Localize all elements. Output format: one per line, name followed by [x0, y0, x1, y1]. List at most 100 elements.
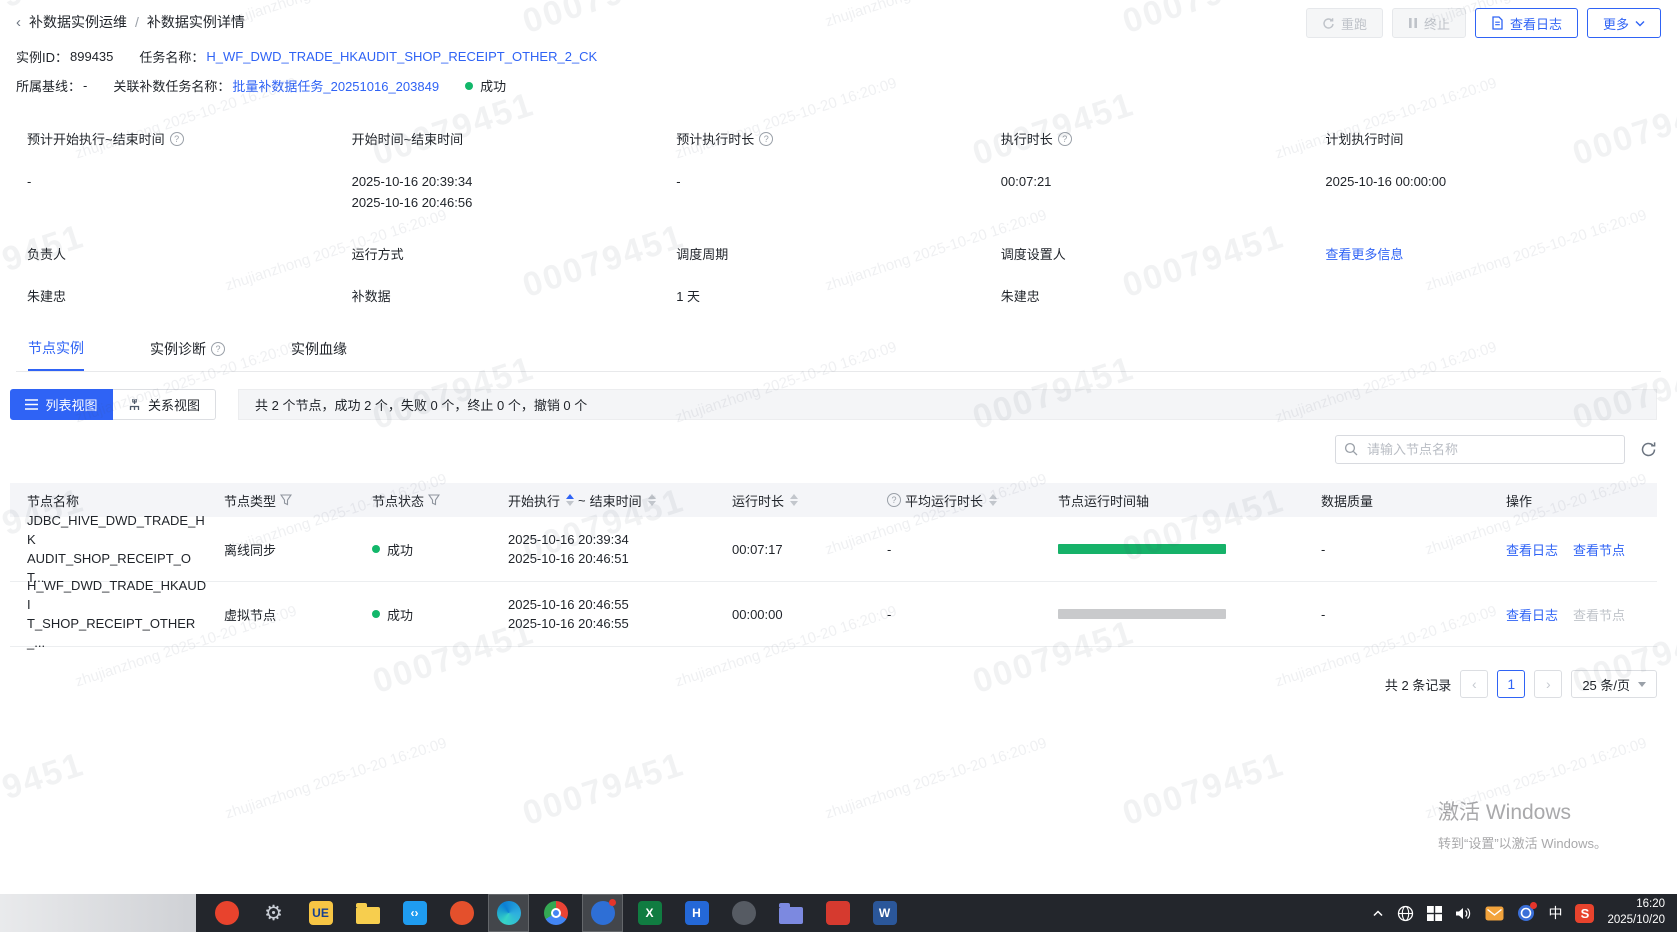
help-icon: ? — [211, 341, 225, 356]
tab-node-instance[interactable]: 节点实例 — [28, 338, 84, 371]
node-timeline-bar — [1058, 609, 1226, 619]
breadcrumb-section[interactable]: 补数据实例运维 — [29, 12, 127, 32]
page-size-select[interactable]: 25 条/页 — [1571, 670, 1657, 698]
more-button[interactable]: 更多 — [1586, 8, 1661, 38]
volume-icon[interactable] — [1455, 906, 1472, 921]
baseline-label: 所属基线： — [16, 79, 82, 94]
app-chrome-icon[interactable] — [535, 894, 576, 932]
help-icon[interactable]: ? — [759, 131, 774, 146]
app-word-icon[interactable]: W — [864, 894, 905, 932]
refresh-button[interactable] — [1640, 441, 1657, 458]
view-log-link[interactable]: 查看日志 — [1506, 605, 1558, 624]
notification-app-icon[interactable] — [1517, 902, 1538, 922]
node-name: H_WF_DWD_TRADE_HKAUDI — [27, 578, 207, 612]
app-edge-icon[interactable] — [488, 894, 529, 932]
sort-avg-control[interactable] — [989, 494, 998, 506]
notification-badge — [1530, 902, 1538, 909]
tab-instance-lineage[interactable]: 实例血缘 — [291, 338, 347, 371]
success-dot-icon — [372, 545, 380, 553]
related-task-label: 关联补数任务名称： — [113, 79, 231, 94]
app-360-browser-icon[interactable] — [206, 894, 247, 932]
pause-icon — [1408, 18, 1417, 28]
help-icon[interactable]: ? — [887, 493, 901, 507]
graph-view-button[interactable]: 关系视图 — [113, 389, 216, 420]
sort-runtime-control[interactable] — [790, 494, 799, 506]
filter-icon[interactable] — [428, 494, 441, 506]
app-badge — [609, 899, 616, 906]
schedule-setter-value: 朱建忠 — [1000, 289, 1040, 304]
network-globe-icon[interactable] — [1397, 905, 1414, 922]
view-log-button[interactable]: 查看日志 — [1474, 8, 1578, 38]
app-browser-orange-icon[interactable] — [441, 894, 482, 932]
main-page: ‹ 补数据实例运维 / 补数据实例详情 重跑 终止 查看日志 更多 实例ID： … — [0, 0, 1677, 894]
ime-indicator[interactable]: 中 — [1548, 903, 1562, 923]
related-task-link[interactable]: 批量补数据任务_20251016_203849 — [232, 76, 439, 95]
view-toggle: 列表视图 关系视图 — [10, 389, 216, 420]
app-red-pin-icon[interactable] — [817, 894, 858, 932]
view-log-link[interactable]: 查看日志 — [1506, 540, 1558, 559]
sort-end-control[interactable] — [647, 494, 656, 506]
node-avg-runtime: - — [887, 541, 892, 557]
pagination: 共 2 条记录 ‹ 1 › 25 条/页 — [1385, 670, 1657, 698]
node-status: 成功 — [387, 607, 414, 623]
view-toolbar: 列表视图 关系视图 共 2 个节点，成功 2 个，失败 0 个，终止 0 个，撤… — [10, 389, 1657, 420]
col-ops: 操作 — [1506, 493, 1533, 509]
prev-page-button[interactable]: ‹ — [1460, 670, 1489, 698]
next-page-button[interactable]: › — [1534, 670, 1563, 698]
node-name: JDBC_HIVE_DWD_TRADE_HK — [27, 513, 205, 547]
planned-time-value: 2025-10-16 00:00:00 — [1325, 174, 1447, 189]
system-tray: 中 S 16:20 2025/10/20 — [1372, 897, 1677, 928]
instance-meta-row2: 所属基线： - 关联补数任务名称： 批量补数据任务_20251016_20384… — [16, 76, 506, 95]
col-avg-runtime: 平均运行时长 — [905, 493, 984, 509]
help-icon[interactable]: ? — [1057, 131, 1072, 146]
schedule-setter-label: 调度设置人 — [1000, 247, 1066, 262]
list-view-button[interactable]: 列表视图 — [10, 389, 113, 420]
view-node-link[interactable]: 查看节点 — [1573, 540, 1625, 559]
duration-value: 00:07:21 — [1000, 174, 1052, 189]
rerun-icon — [1323, 17, 1334, 29]
taskbar-clock[interactable]: 16:20 2025/10/20 — [1607, 897, 1665, 928]
tab-instance-diagnose[interactable]: 实例诊断? — [150, 338, 225, 371]
view-log-label: 查看日志 — [1509, 16, 1562, 32]
terminate-button[interactable]: 终止 — [1391, 8, 1466, 38]
sort-start-control[interactable] — [566, 494, 575, 506]
task-name-link[interactable]: H_WF_DWD_TRADE_HKAUDIT_SHOP_RECEIPT_OTHE… — [206, 49, 597, 64]
node-end-time: 2025-10-16 20:46:51 — [508, 551, 629, 566]
sogou-input-icon[interactable]: S — [1575, 903, 1595, 923]
app-file-explorer-icon[interactable] — [347, 894, 388, 932]
app-ultraedit-icon[interactable]: UE — [300, 894, 341, 932]
filter-icon[interactable] — [280, 494, 293, 506]
mail-icon[interactable] — [1485, 906, 1504, 921]
page-1-button[interactable]: 1 — [1497, 670, 1526, 698]
node-avg-runtime: - — [887, 606, 892, 622]
node-quality: - — [1321, 606, 1326, 622]
help-icon[interactable]: ? — [169, 131, 184, 146]
app-gray-wheel-icon[interactable] — [723, 894, 764, 932]
duration-label: 执行时长 — [1000, 132, 1053, 147]
start-time-value: 2025-10-16 20:39:34 — [351, 174, 473, 189]
breadcrumb-divider: / — [135, 14, 139, 30]
tray-chevron-up-icon[interactable] — [1372, 909, 1384, 917]
app-purple-folder-icon[interactable] — [770, 894, 811, 932]
app-settings-gear-icon[interactable]: ⚙ — [253, 894, 294, 932]
col-node-name: 节点名称 — [27, 493, 80, 509]
node-search-input[interactable] — [1335, 435, 1625, 464]
app-messenger-icon[interactable] — [582, 894, 623, 932]
header-actions: 重跑 终止 查看日志 更多 — [1305, 8, 1661, 38]
more-info-link[interactable]: 查看更多信息 — [1325, 247, 1403, 262]
app-vscode-icon[interactable]: ‹› — [394, 894, 435, 932]
app-blue-tool-icon[interactable]: H — [676, 894, 717, 932]
back-icon[interactable]: ‹ — [16, 14, 21, 31]
table-row: H_WF_DWD_TRADE_HKAUDI T_SHOP_RECEIPT_OTH… — [10, 578, 1657, 650]
app-excel-icon[interactable]: X — [629, 894, 670, 932]
col-end-time: 结束时间 — [589, 493, 642, 509]
windows-icon[interactable] — [1427, 905, 1443, 921]
run-mode-label: 运行方式 — [351, 247, 404, 262]
node-type: 离线同步 — [224, 542, 277, 558]
task-name-label: 任务名称： — [139, 50, 205, 65]
schedule-cycle-label: 调度周期 — [676, 247, 729, 262]
rerun-button[interactable]: 重跑 — [1305, 8, 1383, 38]
node-start-time: 2025-10-16 20:46:55 — [508, 597, 629, 612]
chevron-down-icon — [1638, 681, 1646, 687]
screen: ‹ 补数据实例运维 / 补数据实例详情 重跑 终止 查看日志 更多 实例ID： … — [0, 0, 1677, 932]
